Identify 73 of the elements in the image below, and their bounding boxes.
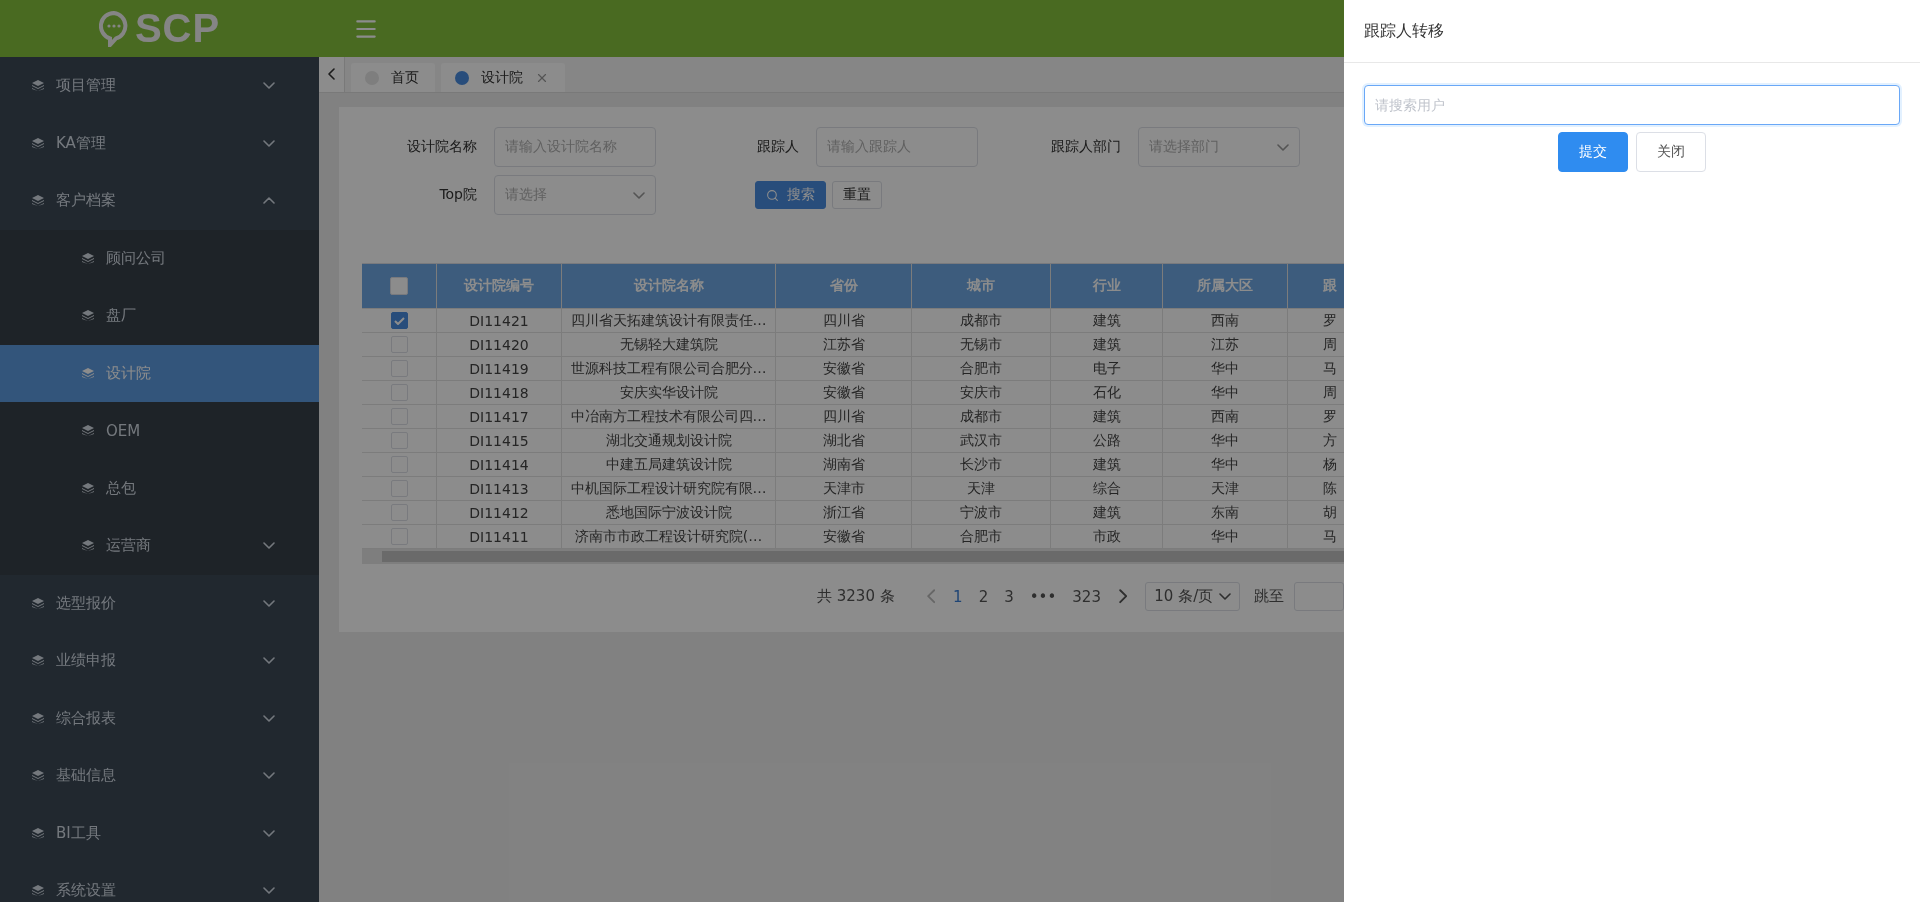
chevron-down-icon: [263, 829, 275, 837]
checkmark-icon: [393, 316, 405, 325]
back-button[interactable]: [319, 57, 345, 92]
page-tab[interactable]: 首页: [351, 63, 435, 92]
chevron-down-icon: [263, 139, 275, 147]
layers-icon: [82, 482, 94, 494]
sidebar-item[interactable]: 系统设置: [0, 862, 319, 902]
layers-icon: [32, 137, 44, 149]
field-label: 跟踪人部门: [1050, 138, 1121, 156]
sidebar-item[interactable]: 设计院: [0, 344, 319, 402]
search-field[interactable]: 请搜索用户: [1364, 85, 1900, 125]
page-number[interactable]: 323: [1064, 587, 1109, 606]
layers-icon: [32, 655, 44, 667]
submit-button[interactable]: 提交: [1558, 132, 1628, 172]
chevron-down-icon: [263, 542, 275, 550]
chevron-down-icon: [263, 887, 275, 895]
layers-icon: [32, 770, 44, 782]
chevron-down-icon: [1219, 593, 1232, 600]
page-number[interactable]: 2: [970, 587, 997, 606]
layers-icon: [32, 80, 44, 92]
chevron-right-icon[interactable]: [1118, 589, 1128, 604]
reset-button[interactable]: 重置: [832, 181, 882, 209]
drawer-title: 跟踪人转移: [1364, 20, 1444, 42]
sidebar-item[interactable]: 基础信息: [0, 747, 319, 805]
sidebar-item[interactable]: KA管理: [0, 114, 319, 172]
sidebar-item[interactable]: 盘厂: [0, 287, 319, 345]
sidebar-item[interactable]: OEM: [0, 402, 319, 460]
sidebar-item[interactable]: 项目管理: [0, 57, 319, 115]
page-number[interactable]: 1: [945, 587, 971, 606]
page-tab[interactable]: 设计院: [441, 63, 565, 92]
layers-icon: [82, 252, 94, 264]
chevron-left-icon[interactable]: [926, 589, 936, 604]
layers-icon: [32, 195, 44, 207]
page-size-select[interactable]: 10 条/页: [1145, 582, 1241, 611]
chevron-down-icon: [263, 657, 275, 665]
sidebar-item[interactable]: 顾问公司: [0, 229, 319, 287]
page-number[interactable]: 3: [996, 587, 1022, 606]
search-button[interactable]: 搜索: [755, 181, 826, 209]
field-label: 设计院名称: [406, 138, 477, 156]
sidebar-item[interactable]: 综合报表: [0, 689, 319, 747]
checkbox[interactable]: [390, 312, 408, 329]
logo-icon: [98, 10, 129, 47]
chevron-down-icon: [263, 714, 275, 722]
total-count: 共 3230 条: [817, 587, 895, 606]
layers-icon: [32, 827, 44, 839]
field-label: 跟踪人: [756, 138, 799, 156]
chevron-left-icon: [328, 68, 335, 80]
chevron-down-icon: [263, 82, 275, 90]
layers-icon: [32, 885, 44, 897]
sidebar-item[interactable]: BI工具: [0, 804, 319, 862]
layers-icon: [32, 712, 44, 724]
chevron-down-icon: [1277, 143, 1289, 151]
sidebar-item[interactable]: 业绩申报: [0, 632, 319, 690]
jump-field[interactable]: [1294, 582, 1345, 611]
layers-icon: [82, 310, 94, 322]
search-icon: [766, 188, 779, 202]
layers-icon: [82, 367, 94, 379]
field-label: Top院: [438, 186, 477, 204]
chevron-down-icon: [633, 191, 645, 199]
layers-icon: [82, 540, 94, 552]
chevron-up-icon: [263, 197, 275, 205]
layers-icon: [82, 425, 94, 437]
layers-icon: [32, 597, 44, 609]
sidebar-item[interactable]: 总包: [0, 459, 319, 517]
chevron-down-icon: [263, 772, 275, 780]
sidebar-item[interactable]: 运营商: [0, 517, 319, 575]
page-number[interactable]: •••: [1021, 587, 1065, 606]
chevron-down-icon: [263, 599, 275, 607]
jump-label: 跳至: [1254, 587, 1285, 606]
sidebar-item[interactable]: 客户档案: [0, 172, 319, 230]
close-button[interactable]: 关闭: [1636, 132, 1706, 172]
logo-text: SCP: [134, 6, 221, 51]
status-dot-icon: [455, 70, 469, 85]
